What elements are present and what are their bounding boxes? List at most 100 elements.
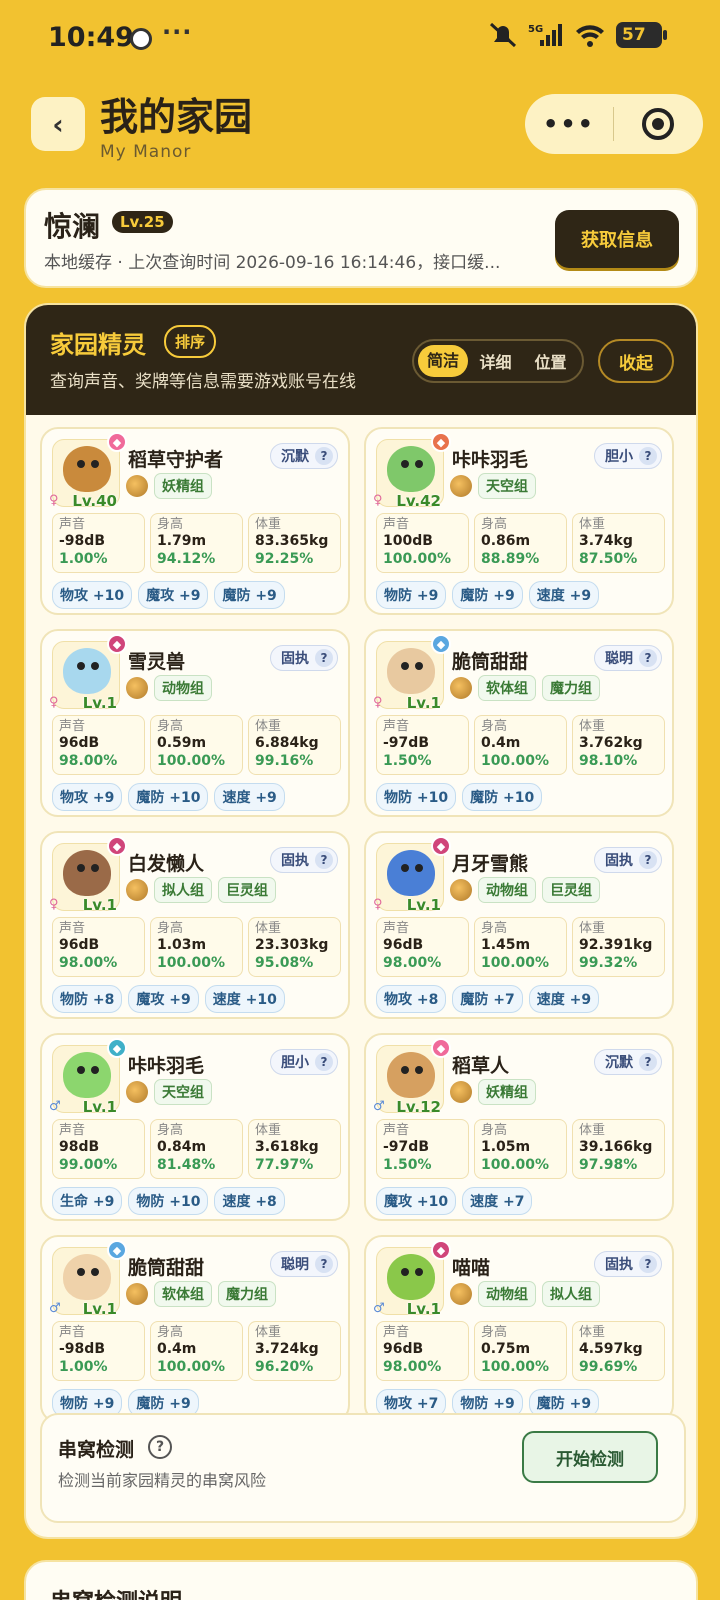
sprite-name: 喵喵 — [452, 1257, 491, 1279]
view-location-tab[interactable]: 位置 — [523, 349, 578, 373]
bonus-tag: 物防 +9 — [376, 581, 447, 609]
sprite-avatar: ◆ ♀ Lv.1 — [373, 634, 451, 712]
sprite-card[interactable]: ◆ ♀ Lv.42 咔咔羽毛 胆小? 天空组 声音 100dB 100.00% … — [364, 427, 674, 615]
stat-value: 96dB — [383, 1341, 424, 1357]
sprite-stats: 声音 100dB 100.00% 身高 0.86m 88.89% 体重 3.74… — [376, 513, 665, 573]
stat-value: 3.724kg — [255, 1341, 319, 1357]
stat-label: 体重 — [255, 1325, 282, 1340]
sprite-card[interactable]: ◆ ♂ Lv.1 脆筒甜甜 聪明? 软体组 魔力组 声音 -98dB 1.00% … — [40, 1235, 350, 1423]
help-icon[interactable]: ? — [639, 649, 657, 667]
nature-tag[interactable]: 固执? — [270, 847, 338, 873]
sprite-level: Lv.1 — [406, 1300, 441, 1318]
cache-info: 本地缓存 · 上次查询时间 2026-09-16 16:14:46，接口缓... — [44, 253, 501, 273]
sprite-card[interactable]: ◆ ♂ Lv.1 喵喵 固执? 动物组 拟人组 声音 96dB 98.00% 身高… — [364, 1235, 674, 1423]
gender-icon: ♀ — [49, 695, 59, 710]
stat-percent: 87.50% — [579, 551, 638, 567]
help-icon[interactable]: ? — [315, 1255, 333, 1273]
bonus-tag: 速度 +10 — [204, 985, 285, 1013]
sprite-level: Lv.1 — [82, 694, 117, 712]
sprite-card[interactable]: ◆ ♀ Lv.1 月牙雪熊 固执? 动物组 巨灵组 声音 96dB 98.00% … — [364, 831, 674, 1019]
stat-label: 身高 — [157, 1123, 184, 1138]
view-simple-tab[interactable]: 简洁 — [418, 345, 468, 377]
egg-groups: 拟人组 巨灵组 — [126, 877, 276, 903]
stat-label: 体重 — [255, 1123, 282, 1138]
stat-label: 体重 — [579, 719, 606, 734]
more-menu-button[interactable]: ••• — [525, 110, 613, 138]
stat-percent: 100.00% — [383, 551, 452, 567]
type-badge-icon: ◆ — [107, 1240, 127, 1260]
stat-percent: 1.50% — [383, 753, 432, 769]
sprite-stats: 声音 96dB 98.00% 身高 1.03m 100.00% 体重 23.30… — [52, 917, 341, 977]
sort-button[interactable]: 排序 — [164, 325, 217, 358]
nature-tag[interactable]: 固执? — [270, 645, 338, 671]
help-icon[interactable]: ? — [315, 447, 333, 465]
close-miniprogram-button[interactable] — [614, 108, 702, 140]
stat-label: 身高 — [481, 719, 508, 734]
nature-tag[interactable]: 聪明? — [594, 645, 662, 671]
stat-label: 体重 — [255, 921, 282, 936]
help-icon[interactable]: ? — [148, 1435, 172, 1459]
sprite-image — [387, 1052, 435, 1098]
fetch-info-button[interactable]: 获取信息 — [555, 210, 679, 268]
stat-weight: 体重 3.74kg 87.50% — [572, 513, 665, 573]
mute-icon — [489, 22, 517, 48]
sprite-bonuses: 生命 +9 物防 +10 速度 +8 — [52, 1187, 285, 1215]
stat-sound: 声音 -98dB 1.00% — [52, 513, 145, 573]
stat-label: 身高 — [481, 1325, 508, 1340]
nature-tag[interactable]: 沉默? — [270, 443, 338, 469]
status-time: 10:49 — [48, 22, 134, 53]
nature-tag[interactable]: 胆小? — [270, 1049, 338, 1075]
sprite-bonuses: 魔攻 +10 速度 +7 — [376, 1187, 533, 1215]
gender-icon: ♀ — [373, 897, 383, 912]
sprite-image — [387, 850, 435, 896]
egg-group-tag: 巨灵组 — [218, 877, 276, 903]
sprite-card[interactable]: ◆ ♀ Lv.40 稻草守护者 沉默? 妖精组 声音 -98dB 1.00% 身… — [40, 427, 350, 615]
egg-group-tag: 软体组 — [154, 1281, 212, 1307]
stat-percent: 81.48% — [157, 1157, 216, 1173]
help-icon[interactable]: ? — [315, 851, 333, 869]
nature-label: 聪明 — [281, 1257, 309, 1273]
bonus-tag: 物攻 +10 — [52, 581, 133, 609]
help-icon[interactable]: ? — [639, 1053, 657, 1071]
view-detail-tab[interactable]: 详细 — [468, 349, 523, 373]
sprite-card[interactable]: ◆ ♂ Lv.1 咔咔羽毛 胆小? 天空组 声音 98dB 99.00% 身高 … — [40, 1033, 350, 1221]
start-detect-button[interactable]: 开始检测 — [522, 1431, 658, 1483]
collapse-button[interactable]: 收起 — [598, 339, 674, 383]
bonus-tag: 魔攻 +10 — [376, 1187, 457, 1215]
stat-label: 声音 — [383, 1325, 410, 1340]
egg-groups: 妖精组 — [450, 1079, 536, 1105]
stat-percent: 94.12% — [157, 551, 216, 567]
sprite-name: 咔咔羽毛 — [128, 1055, 205, 1077]
signal-icon: 5G — [528, 24, 562, 46]
help-icon[interactable]: ? — [639, 1255, 657, 1273]
nature-tag[interactable]: 聪明? — [270, 1251, 338, 1277]
help-icon[interactable]: ? — [639, 851, 657, 869]
sprite-card[interactable]: ◆ ♂ Lv.12 稻草人 沉默? 妖精组 声音 -97dB 1.50% 身高 … — [364, 1033, 674, 1221]
stat-label: 身高 — [157, 921, 184, 936]
sprite-stats: 声音 96dB 98.00% 身高 1.45m 100.00% 体重 92.39… — [376, 917, 665, 977]
help-icon[interactable]: ? — [639, 447, 657, 465]
type-badge-icon: ◆ — [431, 1240, 451, 1260]
egg-groups: 天空组 — [450, 473, 536, 499]
page-title: 我的家园 — [100, 95, 253, 139]
stat-weight: 体重 3.762kg 98.10% — [572, 715, 665, 775]
sprite-image — [387, 648, 435, 694]
egg-group-tag: 天空组 — [154, 1079, 212, 1105]
stat-percent: 100.00% — [157, 753, 226, 769]
nature-tag[interactable]: 胆小? — [594, 443, 662, 469]
nature-tag[interactable]: 沉默? — [594, 1049, 662, 1075]
stat-sound: 声音 98dB 99.00% — [52, 1119, 145, 1179]
help-icon[interactable]: ? — [315, 1053, 333, 1071]
bonus-tag: 物攻 +9 — [52, 783, 123, 811]
back-button[interactable]: ‹ — [31, 97, 85, 151]
sprite-card[interactable]: ◆ ♀ Lv.1 雪灵兽 固执? 动物组 声音 96dB 98.00% 身高 0… — [40, 629, 350, 817]
sprite-card[interactable]: ◆ ♀ Lv.1 白发懒人 固执? 拟人组 巨灵组 声音 96dB 98.00% … — [40, 831, 350, 1019]
stat-height: 身高 0.4m 100.00% — [150, 1321, 243, 1381]
nature-tag[interactable]: 固执? — [594, 847, 662, 873]
help-icon[interactable]: ? — [315, 649, 333, 667]
nature-tag[interactable]: 固执? — [594, 1251, 662, 1277]
egg-groups: 动物组 — [126, 675, 212, 701]
egg-group-tag: 巨灵组 — [542, 877, 600, 903]
sprite-card[interactable]: ◆ ♀ Lv.1 脆筒甜甜 聪明? 软体组 魔力组 声音 -97dB 1.50% … — [364, 629, 674, 817]
stat-sound: 声音 96dB 98.00% — [52, 715, 145, 775]
